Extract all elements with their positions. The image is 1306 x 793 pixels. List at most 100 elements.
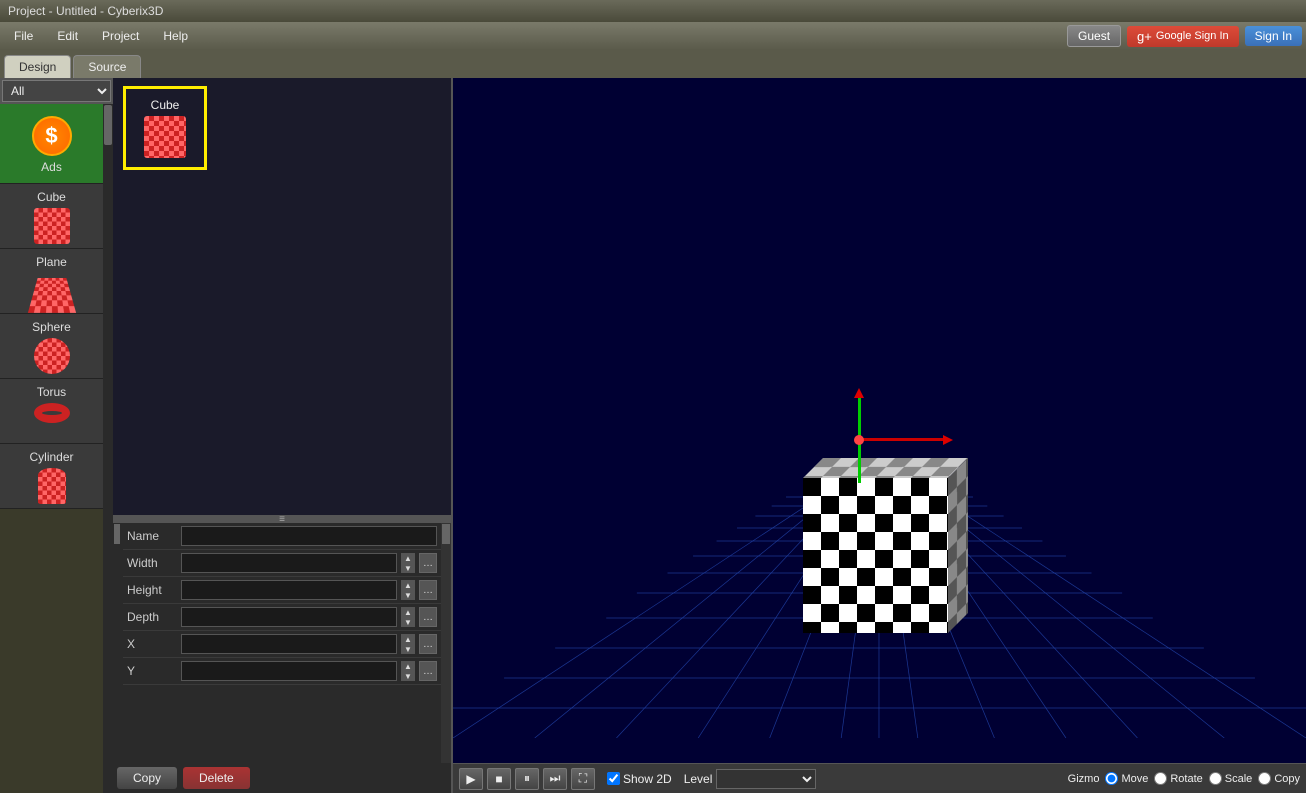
cube-top-face [803,458,968,478]
properties-panel: Name Width ▲ ▼ … [113,523,451,763]
gizmo-copy-label[interactable]: Copy [1274,773,1300,785]
main-content: All $ Ads Cube Plane [0,78,1306,793]
sidebar-item-sphere[interactable]: Sphere [0,314,103,379]
tab-design[interactable]: Design [4,55,71,78]
sidebar-scrollbar[interactable] [103,104,113,793]
prop-depth-more[interactable]: … [419,607,437,627]
stop-button[interactable]: ■ [487,768,511,790]
delete-button[interactable]: Delete [183,767,250,789]
sidebar-item-cylinder[interactable]: Cylinder [0,444,103,509]
gizmo-label: Gizmo [1068,773,1100,785]
show2d-group: Show 2D [607,772,672,786]
props-bottom-buttons: Copy Delete [113,763,451,793]
prop-depth-down[interactable]: ▼ [401,617,415,627]
cube-icon [34,208,70,244]
gizmo-move-label[interactable]: Move [1121,773,1148,785]
viewport[interactable]: .gl { stroke: #2244aa; stroke-width: 0.7… [453,78,1306,793]
google-signin-label: Google Sign In [1156,30,1229,42]
gizmo-copy-radio[interactable] [1258,772,1271,785]
prop-width-more[interactable]: … [419,553,437,573]
menu-project[interactable]: Project [92,26,149,46]
level-dropdown[interactable] [716,769,816,789]
sidebar-item-cylinder-label: Cylinder [29,450,73,464]
sidebar-item-ads[interactable]: $ Ads [0,104,103,184]
gizmo-scale-label[interactable]: Scale [1225,773,1253,785]
prop-width-down[interactable]: ▼ [401,563,415,573]
menu-edit[interactable]: Edit [47,26,88,46]
cube-right-face [948,458,968,633]
play-button[interactable]: ▶ [459,768,483,790]
gizmo-rotate-radio[interactable] [1154,772,1167,785]
menu-file[interactable]: File [4,26,43,46]
gizmo-group: Gizmo Move Rotate Scale Copy [1068,772,1300,785]
pause-button[interactable]: ⏸ [515,768,539,790]
resize-handle[interactable] [113,515,451,523]
sidebar-item-cube-label: Cube [37,190,66,204]
gizmo-x-arrow [858,438,943,441]
props-right-scrollbar[interactable] [441,523,451,763]
props-left-scrollbar[interactable] [113,523,121,763]
prop-y-input[interactable] [181,661,397,681]
gizmo-center-dot [854,435,864,445]
copy-button[interactable]: Copy [117,767,177,789]
prop-x-up[interactable]: ▲ [401,634,415,644]
plane-icon [34,273,70,309]
guest-button[interactable]: Guest [1067,25,1121,47]
prop-depth-input[interactable] [181,607,397,627]
gizmo-copy-group: Copy [1258,772,1300,785]
sidebar: All $ Ads Cube Plane [0,78,113,793]
asset-cube-label: Cube [151,98,180,112]
gizmo-scale-radio[interactable] [1209,772,1222,785]
prop-y-down[interactable]: ▼ [401,671,415,681]
prop-x-stepper: ▲ ▼ [401,634,415,654]
menu-help[interactable]: Help [153,26,198,46]
prop-height-input[interactable] [181,580,397,600]
menubar: File Edit Project Help Guest g+ Google S… [0,22,1306,50]
dollar-icon: $ [32,116,72,156]
sidebar-item-sphere-label: Sphere [32,320,71,334]
prop-height-more[interactable]: … [419,580,437,600]
sidebar-scroll-thumb [104,105,112,145]
category-dropdown[interactable]: All [2,80,111,102]
prop-y-more[interactable]: … [419,661,437,681]
show2d-checkbox[interactable] [607,772,620,785]
prop-width-label: Width [127,556,177,570]
prop-name-input[interactable] [181,526,437,546]
prop-height-down[interactable]: ▼ [401,590,415,600]
gizmo-y-arrowhead [854,388,864,398]
prop-width-input[interactable] [181,553,397,573]
skip-forward-button[interactable]: ⏭ [543,768,567,790]
prop-x-input[interactable] [181,634,397,654]
sidebar-item-plane-label: Plane [36,255,67,269]
sidebar-item-plane[interactable]: Plane [0,249,103,314]
prop-x-more[interactable]: … [419,634,437,654]
prop-height-up[interactable]: ▲ [401,580,415,590]
prop-height-label: Height [127,583,177,597]
menu-right: Guest g+ Google Sign In Sign In [1067,25,1302,47]
prop-x-down[interactable]: ▼ [401,644,415,654]
prop-depth-label: Depth [127,610,177,624]
prop-width-up[interactable]: ▲ [401,553,415,563]
tab-source[interactable]: Source [73,55,141,78]
sidebar-item-torus[interactable]: Torus [0,379,103,444]
signin-button[interactable]: Sign In [1245,26,1302,46]
cube-front-face [803,478,948,633]
titlebar: Project - Untitled - Cyberix3D [0,0,1306,22]
gizmo-rotate-label[interactable]: Rotate [1170,773,1202,785]
prop-y-up[interactable]: ▲ [401,661,415,671]
prop-depth-up[interactable]: ▲ [401,607,415,617]
asset-area[interactable]: Cube [113,78,451,515]
fullscreen-button[interactable]: ⛶ [571,768,595,790]
gizmo-move-group: Move [1105,772,1148,785]
gizmo-move-radio[interactable] [1105,772,1118,785]
center-panel: Cube Name [113,78,453,793]
google-signin-button[interactable]: g+ Google Sign In [1127,26,1239,47]
sidebar-item-cube[interactable]: Cube [0,184,103,249]
show2d-label[interactable]: Show 2D [623,772,672,786]
prop-name-row: Name [123,523,441,550]
viewport-toolbar: ▶ ■ ⏸ ⏭ ⛶ Show 2D Level Giz [453,763,1306,793]
category-selector[interactable]: All [0,78,113,104]
torus-icon [34,403,70,439]
sidebar-item-ads-label: Ads [41,160,62,174]
asset-cube-item[interactable]: Cube [123,86,207,170]
